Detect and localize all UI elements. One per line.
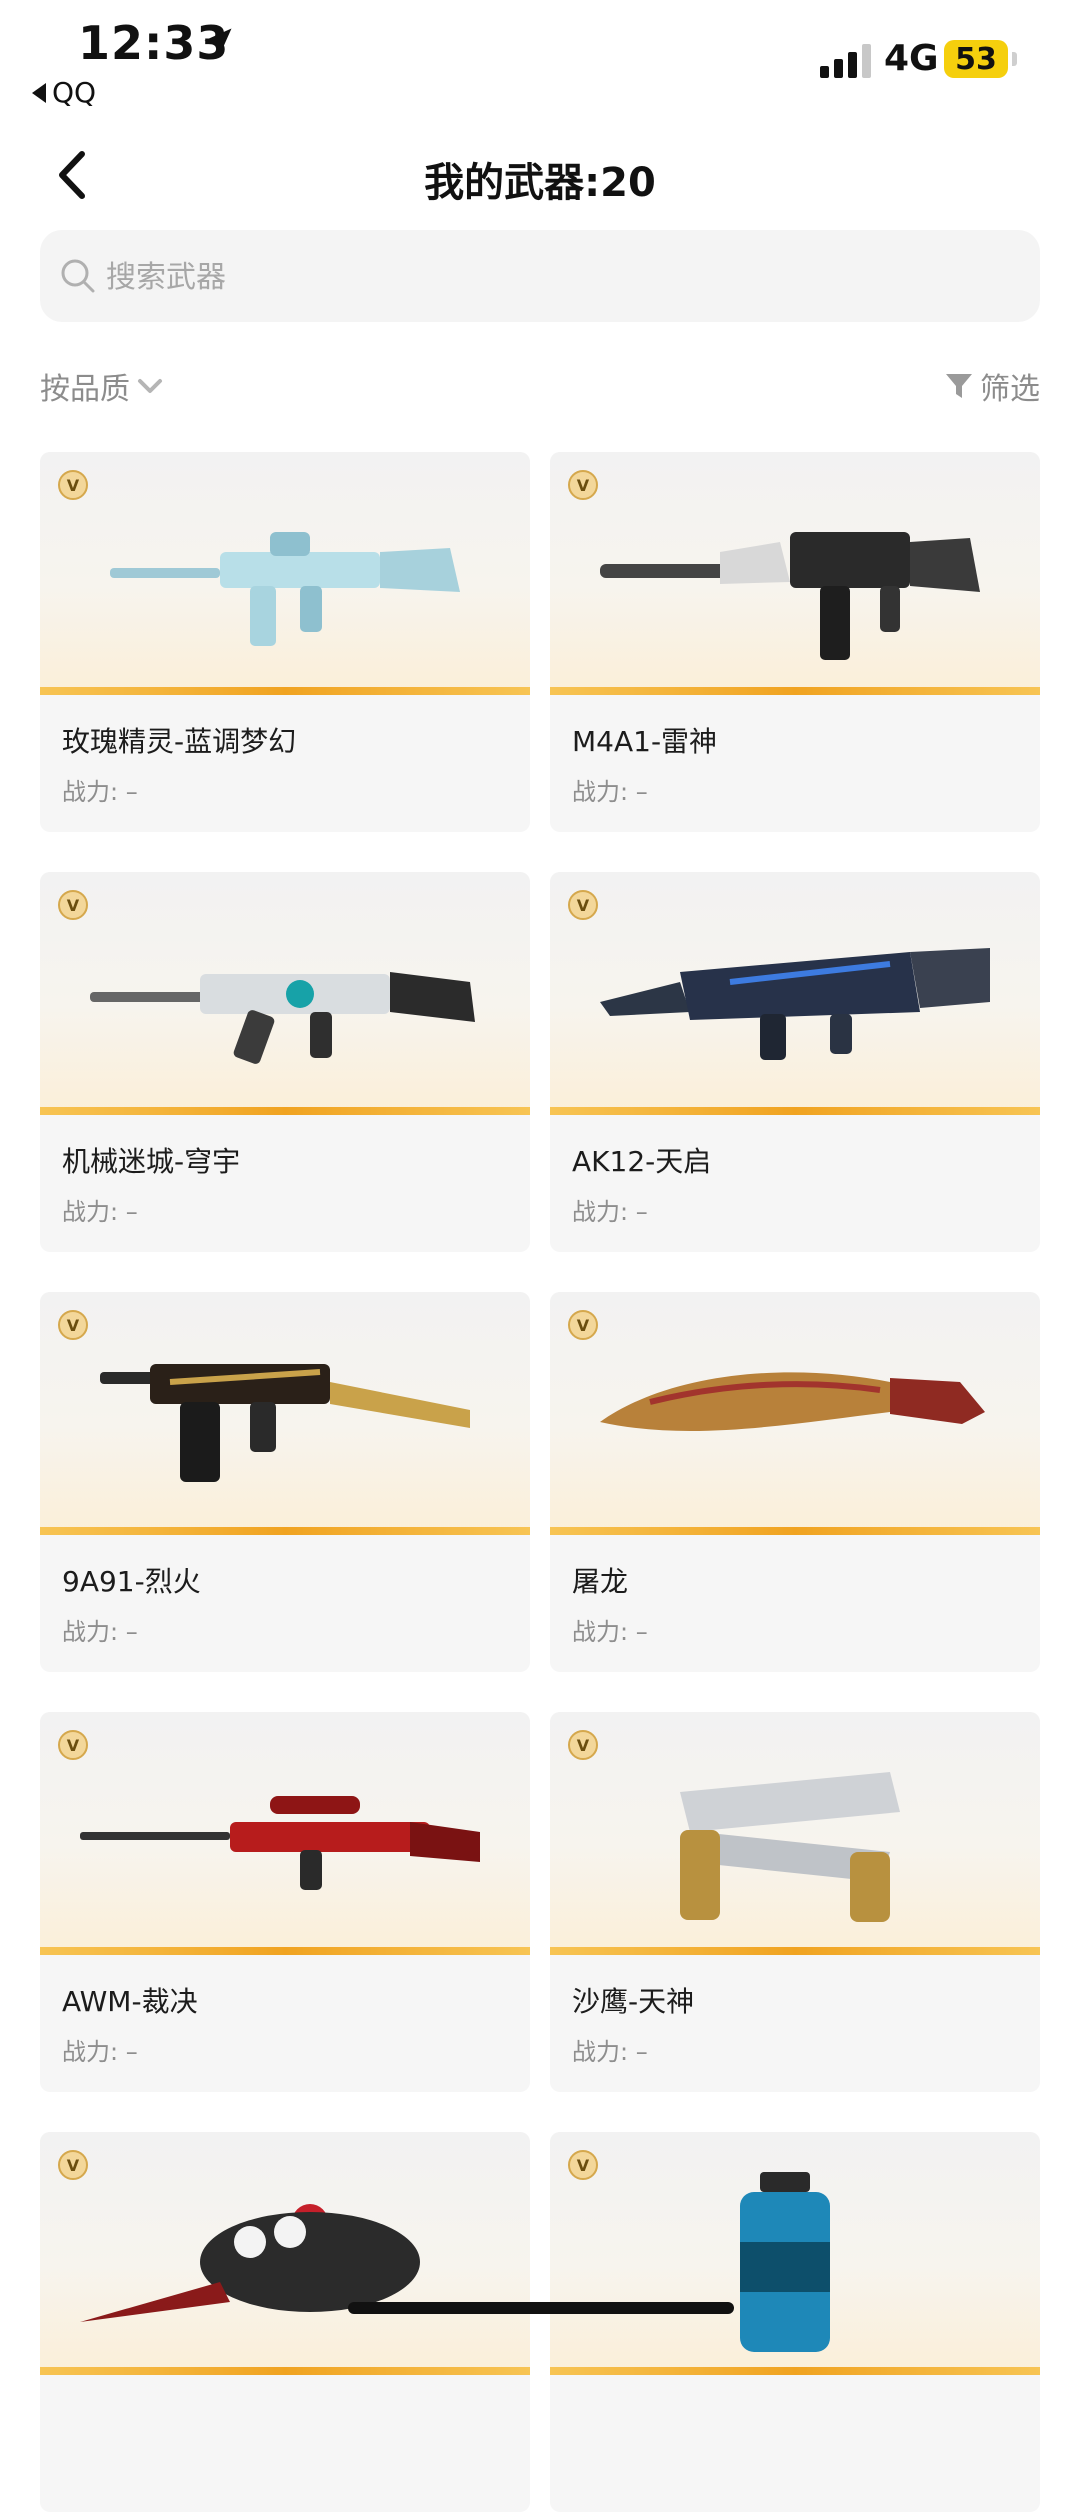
weapon-image-area: V [550, 872, 1040, 1115]
back-triangle-icon [32, 82, 46, 103]
smg-image [100, 1364, 470, 1482]
weapon-card[interactable]: V AK12-天启 战力: – [550, 872, 1040, 1252]
weapon-name: 沙鹰-天神 [572, 1985, 695, 2018]
weapon-card[interactable]: V 9A91-烈火 战力: – [40, 1292, 530, 1672]
sniper-rifle-image [80, 1796, 480, 1890]
weapon-card[interactable]: V [550, 2132, 1040, 2512]
weapon-power: 战力: – [62, 1618, 138, 1646]
search-icon [61, 259, 95, 293]
weapon-power: 战力: – [572, 1198, 648, 1226]
weapon-image-area: V [550, 1712, 1040, 1955]
back-to-app-link[interactable]: QQ [32, 76, 96, 109]
battery-tip [1012, 52, 1017, 66]
weapon-image-area: V [40, 872, 530, 1115]
weapon-image-area: V [550, 452, 1040, 695]
sort-label: 按品质 [40, 372, 130, 407]
weapon-image-area: V [550, 2132, 1040, 2375]
rifle-image [600, 532, 980, 660]
weapon-grid: V 玫瑰精灵-蓝调梦幻 战力: – V M4A1-雷神 战力: – V 机械迷城… [40, 452, 1040, 2512]
filter-label: 筛选 [980, 372, 1040, 407]
weapon-name: M4A1-雷神 [572, 725, 718, 758]
weapon-card[interactable]: V M4A1-雷神 战力: – [550, 452, 1040, 832]
weapon-card[interactable]: V [40, 2132, 530, 2512]
home-indicator[interactable] [348, 2302, 734, 2314]
weapon-card[interactable]: V AWM-裁决 战力: – [40, 1712, 530, 2092]
weapon-power: 战力: – [62, 1198, 138, 1226]
nav-header: 我的武器:20 [0, 130, 1080, 220]
filter-icon [946, 374, 972, 398]
filter-button[interactable]: 筛选 [944, 364, 1040, 408]
weapon-image-area: V [40, 1712, 530, 1955]
weapon-image-area: V [40, 1292, 530, 1535]
status-bar: 12:33 QQ 4G 53 [0, 0, 1080, 120]
grenade-image [740, 2172, 830, 2352]
weapon-power: 战力: – [572, 1618, 648, 1646]
weapon-name: 9A91-烈火 [62, 1565, 201, 1598]
weapon-power: 战力: – [62, 2038, 138, 2066]
chevron-down-icon [138, 379, 162, 393]
cellular-signal-icon [820, 44, 871, 78]
weapon-image-area: V [550, 1292, 1040, 1535]
battery-level: 53 [944, 40, 1008, 78]
weapon-name: AK12-天启 [572, 1145, 712, 1178]
weapon-power: 战力: – [62, 778, 138, 806]
weapon-name: 玫瑰精灵-蓝调梦幻 [62, 725, 297, 758]
knife-image [600, 1372, 985, 1431]
weapon-card[interactable]: V 机械迷城-穹宇 战力: – [40, 872, 530, 1252]
sort-dropdown[interactable]: 按品质 [40, 364, 164, 408]
back-app-label: QQ [52, 76, 97, 109]
knuckle-knife-image [80, 2204, 420, 2322]
network-type: 4G [884, 38, 939, 79]
dual-pistols-image [680, 1772, 900, 1922]
weapon-image-area: V [40, 2132, 530, 2375]
rifle-image [90, 972, 475, 1064]
weapon-name: 屠龙 [572, 1565, 629, 1598]
weapon-power: 战力: – [572, 778, 648, 806]
weapon-name: 机械迷城-穹宇 [62, 1145, 241, 1178]
weapon-card[interactable]: V 玫瑰精灵-蓝调梦幻 战力: – [40, 452, 530, 832]
search-input[interactable] [104, 230, 1008, 324]
weapon-power: 战力: – [572, 2038, 648, 2066]
weapon-card[interactable]: V 沙鹰-天神 战力: – [550, 1712, 1040, 2092]
location-arrow-icon [204, 28, 232, 56]
page-title: 我的武器:20 [424, 160, 656, 206]
rifle-image [110, 532, 460, 646]
rifle-image [600, 948, 990, 1060]
weapon-name: AWM-裁决 [62, 1985, 198, 2018]
search-bar[interactable] [40, 230, 1040, 324]
weapon-image-area: V [40, 452, 530, 695]
weapon-card[interactable]: V 屠龙 战力: – [550, 1292, 1040, 1672]
